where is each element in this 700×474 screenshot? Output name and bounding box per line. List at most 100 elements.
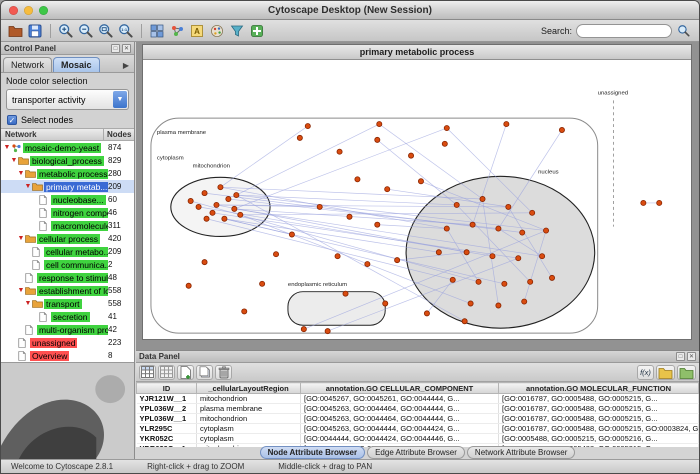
tree-item-response-to-stimul[interactable]: response to stimul...48 [1,271,134,284]
network-node[interactable] [202,191,207,196]
network-node[interactable] [522,299,527,304]
tab-network[interactable]: Network [3,57,52,72]
chevron-down-icon[interactable]: ▼ [113,91,127,108]
network-node[interactable] [377,122,382,127]
table-row[interactable]: YKR052Ccytoplasm[GO:0044444, GO:0044424,… [137,434,699,444]
import-attributes-icon[interactable] [656,365,675,380]
save-session-icon[interactable] [26,22,44,40]
table-cell[interactable]: [GO:0045263, GO:0044464, GO:0044444, G..… [301,414,499,424]
close-data-panel-icon[interactable]: ✕ [687,352,696,361]
plugin-icon[interactable] [248,22,266,40]
table-cell[interactable]: [GO:0045267, GO:0045261, GO:0044444, G..… [301,394,499,404]
network-node[interactable] [436,250,441,255]
network-node[interactable] [317,204,322,209]
network-node[interactable] [202,260,207,265]
tab-overflow-arrow[interactable]: ▶ [120,59,132,72]
network-node[interactable] [218,185,223,190]
network-node[interactable] [196,204,201,209]
annotation-icon[interactable]: A [188,22,206,40]
tree-item-multi-organism-pro[interactable]: multi-organism pro...42 [1,323,134,336]
network-node[interactable] [641,200,646,205]
table-cell[interactable]: YPL036W__2 [137,404,197,414]
network-node[interactable] [260,281,265,286]
network-node[interactable] [375,137,380,142]
formula-builder-icon[interactable]: f(x) [637,365,654,380]
network-node[interactable] [528,279,533,284]
network-node[interactable] [424,311,429,316]
close-window-button[interactable] [9,6,18,15]
network-node[interactable] [226,196,231,201]
column-header-cellularlayoutregion[interactable]: _cellularLayoutRegion [197,383,301,394]
network-overview-icon[interactable] [148,22,166,40]
network-node[interactable] [242,309,247,314]
network-node[interactable] [408,153,413,158]
network-node[interactable] [418,179,423,184]
tree-item-primary-metab[interactable]: ▼primary metab...209 [1,180,134,193]
network-node[interactable] [506,204,511,209]
tree-item-cell-communica[interactable]: cell communica...2 [1,258,134,271]
network-node[interactable] [297,135,302,140]
expander-icon[interactable]: ▼ [24,300,32,308]
expander-icon[interactable]: ▼ [17,287,25,295]
open-attribute-file-icon[interactable] [677,365,696,380]
tree-item-secretion[interactable]: secretion41 [1,310,134,323]
expander-icon[interactable]: ▼ [3,144,11,152]
network-node[interactable] [343,291,348,296]
network-node[interactable] [496,226,501,231]
network-node[interactable] [355,177,360,182]
network-node[interactable] [468,301,473,306]
column-header-annotation-go-molecular-function[interactable]: annotation.GO MOLECULAR_FUNCTION [499,383,699,394]
network-node[interactable] [238,212,243,217]
float-panel-icon[interactable]: □ [111,44,120,53]
network-node[interactable] [490,254,495,259]
open-session-icon[interactable] [6,22,24,40]
table-cell[interactable]: [GO:0045263, GO:0044444, GO:0044424, G..… [301,424,499,434]
network-node[interactable] [188,198,193,203]
tree-item-transport[interactable]: ▼transport558 [1,297,134,310]
table-cell[interactable]: [GO:0045263, GO:0044464, GO:0044444, G..… [301,404,499,414]
network-node[interactable] [234,193,239,198]
table-row[interactable]: YPL036W__1mitochondrion[GO:0045263, GO:0… [137,414,699,424]
network-node[interactable] [442,141,447,146]
table-cell[interactable]: [GO:0016787, GO:0005488, GO:0005215, G..… [499,394,699,404]
vizmapper-icon[interactable] [208,22,226,40]
search-input[interactable] [576,24,672,38]
network-view-title[interactable]: primary metabolic process [143,45,691,60]
tree-item-mosaic-demo-yeast[interactable]: ▼mosaic-demo-yeast874 [1,141,134,154]
table-cell[interactable]: cytoplasm [197,434,301,444]
column-header-id[interactable]: ID [137,383,197,394]
network-node[interactable] [301,327,306,332]
network-node[interactable] [204,216,209,221]
tree-column-network[interactable]: Network [1,129,104,140]
zoom-fit-icon[interactable]: 1:1 [117,22,135,40]
close-panel-icon[interactable]: ✕ [122,44,131,53]
table-cell[interactable]: [GO:0016787, GO:0005488, GO:0005215, G..… [499,414,699,424]
tree-item-unassigned[interactable]: unassigned223 [1,336,134,349]
table-cell[interactable]: [GO:0016787, GO:0005488, GO:0005215, GO:… [499,424,699,434]
expander-icon[interactable]: ▼ [24,183,32,191]
network-node[interactable] [385,187,390,192]
table-cell[interactable]: YJR121W__1 [137,394,197,404]
table-cell[interactable]: YLR295C [137,424,197,434]
delete-attribute-icon[interactable] [215,365,232,380]
network-node[interactable] [444,125,449,130]
network-node[interactable] [450,277,455,282]
network-node[interactable] [476,279,481,284]
unselect-attributes-icon[interactable] [158,365,175,380]
zoom-out-icon[interactable] [77,22,95,40]
tree-item-nitrogen-compo[interactable]: nitrogen compo...46 [1,206,134,219]
search-go-icon[interactable] [676,23,692,39]
network-node[interactable] [540,254,545,259]
network-node[interactable] [305,124,310,129]
zoom-window-button[interactable] [39,6,48,15]
tab-node-attribute-browser[interactable]: Node Attribute Browser [260,446,366,459]
network-node[interactable] [337,149,342,154]
select-attributes-icon[interactable] [139,365,156,380]
network-node[interactable] [335,254,340,259]
tab-edge-attribute-browser[interactable]: Edge Attribute Browser [367,446,465,459]
network-node[interactable] [214,202,219,207]
network-overview-thumbnail[interactable] [1,362,134,459]
network-node[interactable] [520,230,525,235]
table-cell[interactable]: cytoplasm [197,424,301,434]
node-color-dropdown[interactable]: transporter activity ▼ [6,89,129,110]
